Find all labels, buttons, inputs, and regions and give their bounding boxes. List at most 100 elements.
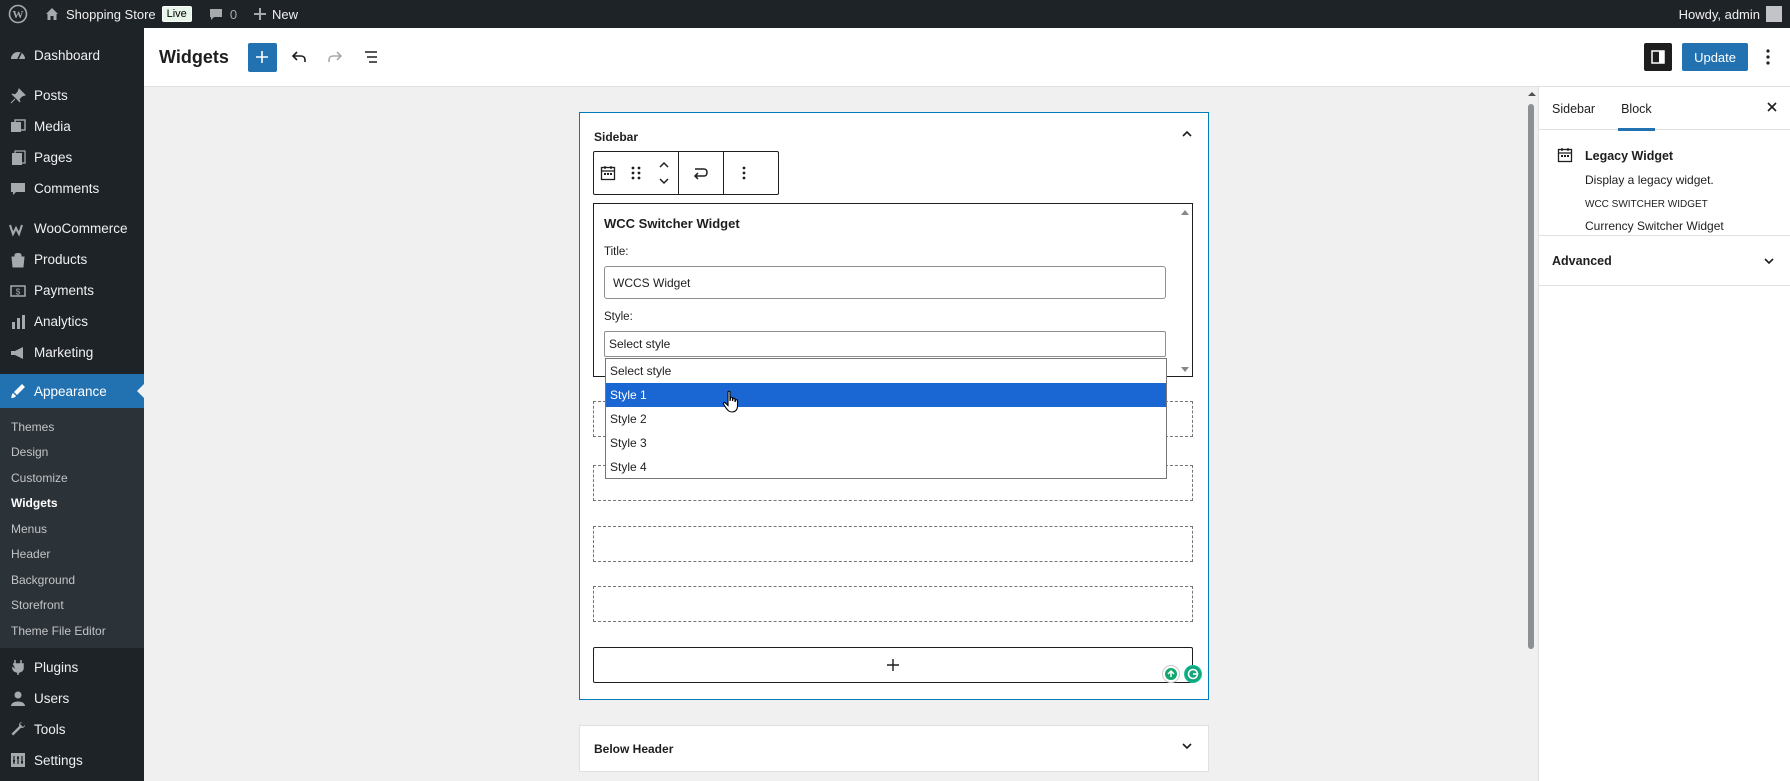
expand-button[interactable] [1180, 739, 1194, 753]
menu-item-media[interactable]: Media [0, 111, 144, 142]
list-view-button[interactable] [357, 43, 385, 71]
menu-item-comments[interactable]: Comments [0, 173, 144, 204]
close-icon [1767, 102, 1777, 112]
marketing-icon [8, 343, 28, 363]
add-block-button[interactable] [247, 42, 277, 72]
menu-item-label: WooCommerce [34, 221, 128, 236]
menu-item-tools[interactable]: Tools [0, 714, 144, 745]
menu-item-label: Dashboard [34, 48, 101, 63]
block-appender-button[interactable] [593, 647, 1193, 683]
submenu-item-theme-file-editor[interactable]: Theme File Editor [0, 618, 144, 644]
redo-button[interactable] [321, 43, 349, 71]
canvas-scroll-thumb[interactable] [1528, 104, 1534, 649]
block-type-button[interactable] [594, 152, 622, 194]
style-option[interactable]: Style 3 [606, 431, 1166, 455]
options-button[interactable] [1754, 43, 1782, 71]
widget-area-title: Sidebar [594, 130, 639, 144]
submenu-item-storefront[interactable]: Storefront [0, 593, 144, 619]
menu-item-payments[interactable]: $ Payments [0, 275, 144, 306]
legacy-scroll-up[interactable] [1180, 208, 1190, 216]
tab-block[interactable]: Block [1608, 87, 1665, 131]
submenu-item-widgets[interactable]: Widgets [0, 491, 144, 517]
transform-button[interactable] [679, 152, 723, 194]
block-description: Display a legacy widget. [1585, 173, 1714, 187]
grammarly-icon[interactable] [1184, 665, 1202, 683]
editor-header: Widgets Update [144, 28, 1790, 87]
style-dropdown-list[interactable]: Select style Style 1 Style 2 Style 3 Style 4 [605, 358, 1167, 479]
menu-item-label: Marketing [34, 345, 94, 360]
settings-icon [8, 750, 28, 770]
style-option[interactable]: Style 4 [606, 455, 1166, 479]
menu-item-label: Plugins [34, 659, 79, 675]
settings-toggle-button[interactable] [1644, 43, 1673, 71]
move-buttons[interactable] [650, 152, 678, 194]
widget-type-heading: WCC SWITCHER WIDGET [1585, 199, 1708, 210]
submenu-item-background[interactable]: Background [0, 567, 144, 593]
hand-cursor-icon [722, 390, 740, 414]
wordpress-logo-icon[interactable]: W [0, 0, 36, 28]
new-content-link[interactable]: New [245, 0, 306, 28]
plus-icon [887, 659, 899, 671]
undo-button[interactable] [285, 43, 313, 71]
tab-sidebar[interactable]: Sidebar [1539, 87, 1608, 130]
tools-icon [8, 719, 28, 739]
title-input[interactable]: WCCS Widget [604, 266, 1166, 299]
redo-icon [328, 51, 342, 62]
extension-icon[interactable] [1162, 665, 1180, 683]
menu-item-posts[interactable]: Posts [0, 80, 144, 111]
placeholder-block[interactable] [593, 586, 1193, 622]
products-icon [8, 250, 28, 270]
comment-icon [209, 9, 222, 20]
menu-item-woocommerce[interactable]: WooCommerce [0, 213, 144, 244]
style-option[interactable]: Select style [606, 359, 1166, 383]
scroll-up-icon [1528, 92, 1536, 96]
chevron-down-icon [1182, 743, 1192, 750]
page-title: Widgets [159, 46, 229, 67]
menu-item-appearance[interactable]: Appearance [0, 374, 144, 408]
legacy-scroll-down[interactable] [1180, 366, 1190, 374]
menu-item-users[interactable]: Users [0, 683, 144, 714]
legacy-widget-title: WCC Switcher Widget [604, 216, 740, 231]
placeholder-block[interactable] [593, 526, 1193, 562]
advanced-label: Advanced [1552, 254, 1612, 268]
submenu-item-customize[interactable]: Customize [0, 465, 144, 491]
legacy-widget-block[interactable]: WCC Switcher Widget Title: WCCS Widget S… [593, 203, 1193, 377]
block-options-button[interactable] [724, 152, 764, 194]
drag-handle[interactable] [622, 152, 650, 194]
calendar-icon [600, 166, 616, 181]
submenu-item-design[interactable]: Design [0, 440, 144, 466]
comments-link[interactable]: 0 [200, 0, 245, 28]
menu-item-label: Pages [34, 150, 73, 165]
menu-item-settings[interactable]: Settings [0, 745, 144, 776]
admin-bar: W Shopping Store Live 0 New Howdy, admin [0, 0, 1790, 28]
collapse-button[interactable] [1180, 127, 1194, 141]
block-card: Legacy Widget Display a legacy widget. W… [1539, 130, 1790, 236]
pages-icon [8, 148, 28, 168]
style-label: Style: [604, 311, 633, 323]
menu-item-products[interactable]: Products [0, 244, 144, 275]
style-option[interactable]: Style 1 [606, 383, 1166, 407]
media-icon [8, 117, 28, 137]
submenu-item-menus[interactable]: Menus [0, 516, 144, 542]
menu-item-pages[interactable]: Pages [0, 142, 144, 173]
advanced-panel-toggle[interactable]: Advanced [1539, 236, 1790, 286]
comments-count: 0 [229, 6, 238, 22]
style-select[interactable]: Select style [604, 331, 1166, 357]
submenu-item-themes[interactable]: Themes [0, 414, 144, 440]
menu-item-dashboard[interactable]: Dashboard [0, 40, 144, 71]
menu-item-marketing[interactable]: Marketing [0, 337, 144, 368]
close-settings-button[interactable] [1764, 99, 1780, 115]
menu-separator [0, 204, 144, 213]
menu-item-plugins[interactable]: Plugins [0, 652, 144, 683]
avatar[interactable] [1766, 6, 1782, 22]
update-button[interactable]: Update [1682, 43, 1748, 71]
chevron-down-icon [1762, 254, 1776, 268]
plugins-icon [8, 657, 28, 677]
submenu-item-header[interactable]: Header [0, 542, 144, 568]
comment-icon [8, 179, 28, 199]
widget-area-below-header[interactable]: Below Header [579, 725, 1209, 772]
greeting[interactable]: Howdy, admin [1679, 7, 1760, 22]
style-option[interactable]: Style 2 [606, 407, 1166, 431]
site-name-link[interactable]: Shopping Store Live [36, 0, 200, 28]
menu-item-analytics[interactable]: Analytics [0, 306, 144, 337]
